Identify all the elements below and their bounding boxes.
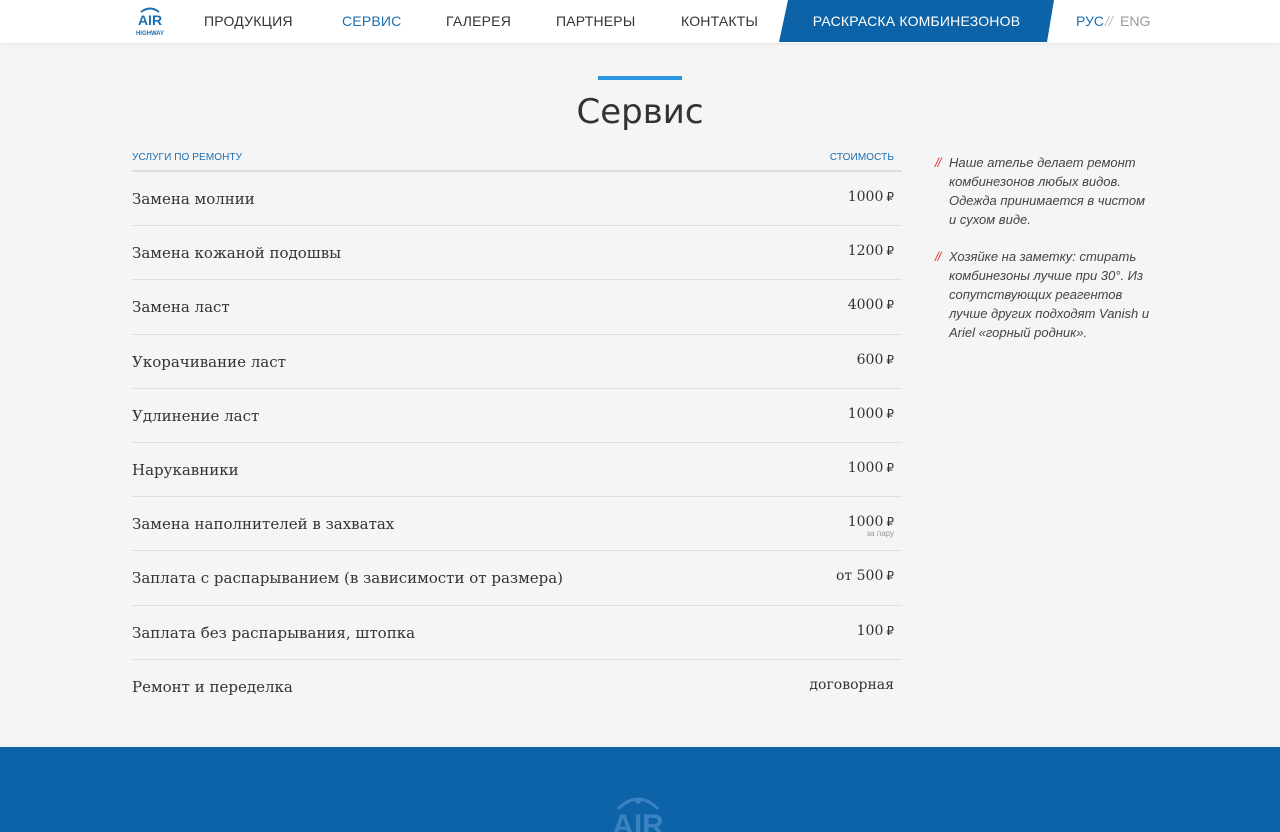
price-value: 1000 <box>847 189 884 205</box>
price-value: 1000 <box>847 405 884 422</box>
price-value: договорная <box>809 676 894 693</box>
service-price: 1000 ₽ <box>848 406 894 422</box>
service-name: Удлинение ласт <box>132 406 260 425</box>
note-mark-icon: // <box>935 155 941 170</box>
nav-service[interactable]: СЕРВИС <box>342 13 402 29</box>
ruble-icon: ₽ <box>886 515 894 530</box>
price-table: услуги по ремонту стоимость Замена молни… <box>132 150 902 714</box>
note-mark-icon: // <box>935 249 941 264</box>
air-highway-logo[interactable]: AIR HIGHWAY <box>132 6 168 38</box>
footer-logo-text: AIR <box>612 809 664 832</box>
price-value: 4000 <box>847 297 884 314</box>
service-price: 600 ₽ <box>857 352 894 368</box>
ruble-icon: ₽ <box>886 460 894 475</box>
note-item: // Хозяйке на заметку: стирать комбинезон… <box>935 247 1150 342</box>
service-price: 100 ₽ <box>857 623 894 639</box>
price-value: 600 <box>856 351 884 368</box>
service-price: 4000 ₽ <box>848 297 894 313</box>
note-text: Наше ателье делает ремонт комбинезонов л… <box>949 155 1145 227</box>
table-row: Укорачивание ласт 600 ₽ <box>132 335 902 389</box>
service-name: Ремонт и переделка <box>132 677 293 696</box>
nav-partners[interactable]: ПАРТНЕРЫ <box>556 13 635 29</box>
service-name: Замена кожаной подошвы <box>132 244 342 263</box>
price-value: 1000 <box>847 514 884 531</box>
service-price: от 500 ₽ <box>836 568 894 584</box>
logo-text: AIR <box>138 12 162 28</box>
service-name: Замена ласт <box>132 298 230 317</box>
table-row: Заплата без распарывания, штопка 100 ₽ <box>132 606 902 660</box>
table-row: Нарукавники 1000 ₽ <box>132 443 902 498</box>
site-footer: AIR <box>0 747 1280 832</box>
service-price: 1000 ₽ за пару <box>848 514 894 538</box>
service-price: 1200 ₽ <box>848 243 894 259</box>
service-name: Замена молнии <box>132 190 255 208</box>
service-name: Нарукавники <box>132 460 239 479</box>
table-row: Замена ласт 4000 ₽ <box>132 280 902 335</box>
note-text: Хозяйке на заметку: стирать комбинезоны … <box>949 249 1150 340</box>
service-price: 1000 ₽ <box>848 460 894 476</box>
ruble-icon: ₽ <box>886 352 894 367</box>
lang-ru-link[interactable]: РУС <box>1076 13 1104 29</box>
price-value: от 500 <box>836 568 884 585</box>
price-note: за пару <box>866 529 894 539</box>
logo-subtext: HIGHWAY <box>136 31 164 37</box>
table-header: услуги по ремонту стоимость <box>132 150 902 172</box>
page-title: Сервис <box>576 92 704 132</box>
promo-suit-painting-button[interactable]: РАСКРАСКА КОМБИНЕЗОНОВ <box>779 0 1054 42</box>
service-price: 1000 ₽ <box>848 189 894 205</box>
table-row: Замена кожаной подошвы 1200 ₽ <box>132 226 902 281</box>
service-name: Укорачивание ласт <box>132 352 286 371</box>
service-name: Заплата без распарывания, штопка <box>132 623 416 642</box>
nav-contacts[interactable]: КОНТАКТЫ <box>681 13 758 29</box>
table-row: Замена молнии 1000 ₽ <box>132 172 902 227</box>
site-header: AIR HIGHWAY ПРОДУКЦИЯ СЕРВИС ГАЛЕРЕЯ ПАР… <box>0 0 1280 43</box>
table-row: Удлинение ласт 1000 ₽ <box>132 389 902 443</box>
lang-en-link[interactable]: ENG <box>1120 13 1150 29</box>
column-header-service: услуги по ремонту <box>132 152 243 163</box>
note-item: // Наше ателье делает ремонт комбинезонов… <box>935 153 1150 229</box>
price-value: 100 <box>856 622 884 639</box>
ruble-icon: ₽ <box>886 244 894 259</box>
footer-logo[interactable]: AIR <box>598 787 678 832</box>
service-name: Заплата с распарыванием (в зависимости о… <box>132 569 564 588</box>
lang-separator: // <box>1105 13 1113 29</box>
title-accent-bar <box>598 76 682 80</box>
service-price: договорная <box>809 677 894 693</box>
side-notes: // Наше ателье делает ремонт комбинезонов… <box>935 153 1150 360</box>
promo-label: РАСКРАСКА КОМБИНЕЗОНОВ <box>812 13 1021 29</box>
service-name: Замена наполнителей в захватах <box>132 515 395 534</box>
table-row: Ремонт и переделка договорная <box>132 660 902 714</box>
ruble-icon: ₽ <box>886 298 894 313</box>
table-row: Замена наполнителей в захватах 1000 ₽ за п… <box>132 497 902 552</box>
price-value: 1200 <box>847 243 884 260</box>
price-value: 1000 <box>847 459 884 476</box>
nav-products[interactable]: ПРОДУКЦИЯ <box>204 13 293 29</box>
ruble-icon: ₽ <box>886 569 894 584</box>
table-row: Заплата с распарыванием (в зависимости о… <box>132 551 902 606</box>
ruble-icon: ₽ <box>886 190 894 204</box>
ruble-icon: ₽ <box>886 406 894 421</box>
ruble-icon: ₽ <box>886 623 894 638</box>
nav-gallery[interactable]: ГАЛЕРЕЯ <box>446 13 511 29</box>
column-header-price: стоимость <box>829 152 894 163</box>
